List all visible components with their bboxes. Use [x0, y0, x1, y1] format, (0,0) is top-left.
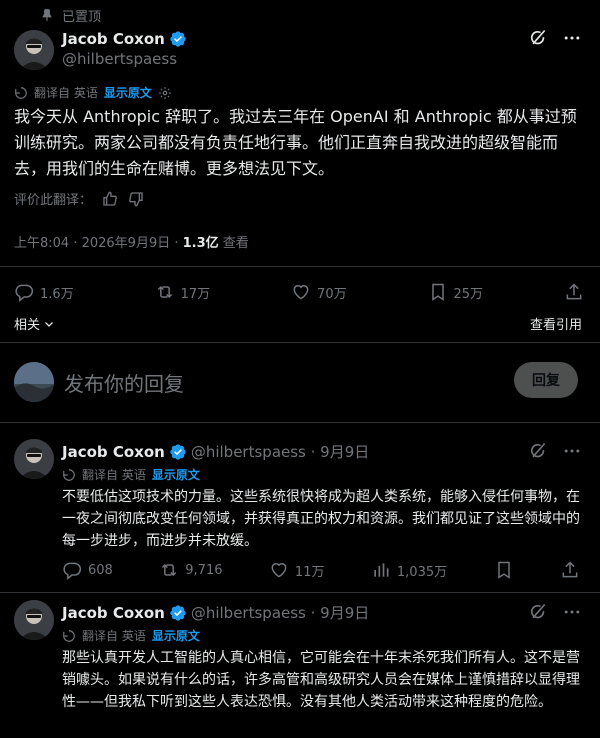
reply-input[interactable]: 发布你的回复 — [64, 368, 184, 397]
like-action[interactable]: 11万 — [269, 560, 325, 580]
translate-icon — [62, 468, 76, 482]
bookmark-icon — [428, 282, 448, 302]
views-icon — [371, 560, 391, 580]
avatar[interactable] — [14, 439, 54, 479]
top-actions — [528, 28, 582, 48]
gear-icon[interactable] — [158, 86, 172, 100]
share-icon — [564, 282, 584, 302]
repost-icon — [159, 560, 179, 580]
tweet-meta: 上午8:04 · 2026年9月9日 · 1.3亿 查看 — [14, 232, 249, 251]
repost-count: 17万 — [180, 286, 211, 302]
tweet-text: 我今天从 Anthropic 辞职了。我过去三年在 OpenAI 和 Anthr… — [14, 107, 577, 178]
view-quotes-link[interactable]: 查看引用 — [530, 314, 582, 333]
bookmark-count: 25万 — [453, 286, 484, 302]
repost-count: 9,716 — [185, 562, 223, 578]
show-original-link[interactable]: 显示原文 — [104, 84, 152, 101]
handle[interactable]: @hilbertspaess — [62, 50, 177, 68]
grok-icon[interactable] — [528, 28, 548, 48]
repost-action[interactable]: 9,716 — [159, 560, 222, 580]
grok-icon[interactable] — [528, 441, 548, 461]
tweet-actions: 1.6万 17万 70万 25万 — [14, 282, 584, 302]
grok-icon[interactable] — [528, 602, 548, 622]
pinned-label: 已置顶 — [62, 9, 102, 25]
reply-icon — [62, 560, 82, 580]
bookmark-action[interactable] — [494, 560, 514, 580]
divider — [0, 592, 600, 593]
translated-from: 翻译自 英语 — [34, 86, 98, 100]
verified-badge-icon — [169, 30, 187, 48]
rate-translation: 评价此翻译： — [14, 189, 144, 208]
more-icon[interactable] — [562, 28, 582, 48]
author-handle-row: @hilbertspaess — [62, 50, 177, 68]
divider — [0, 422, 600, 423]
pinned-indicator: 已置顶 — [40, 5, 101, 25]
repost-icon — [155, 282, 175, 302]
like-count: 11万 — [294, 564, 325, 580]
composer-avatar[interactable] — [14, 362, 54, 402]
translation-row: 翻译自 英语 显示原文 — [62, 466, 200, 483]
timestamp[interactable]: 上午8:04 · 2026年9月9日 · — [14, 236, 183, 251]
bookmark-icon — [494, 560, 514, 580]
avatar[interactable] — [14, 600, 54, 640]
related-label: 相关 — [14, 318, 41, 333]
verified-badge-icon — [169, 604, 187, 622]
pin-icon — [40, 8, 54, 22]
reply-top-actions — [528, 602, 582, 622]
author-name-row[interactable]: Jacob Coxon — [62, 30, 187, 48]
verified-badge-icon — [169, 443, 187, 461]
handle-date[interactable]: @hilbertspaess · 9月9日 — [191, 441, 369, 462]
show-original-link[interactable]: 显示原文 — [152, 627, 200, 644]
more-icon[interactable] — [562, 602, 582, 622]
translated-from: 翻译自 英语 — [82, 468, 146, 482]
display-name[interactable]: Jacob Coxon — [62, 443, 165, 461]
reply-actions: 608 9,716 11万 1,035万 — [62, 560, 580, 580]
like-count: 70万 — [317, 286, 347, 302]
reply-action[interactable]: 1.6万 — [14, 282, 74, 302]
thumbs-up-icon[interactable] — [102, 191, 118, 207]
thumbs-down-icon[interactable] — [128, 191, 144, 207]
display-name[interactable]: Jacob Coxon — [62, 30, 165, 48]
display-name[interactable]: Jacob Coxon — [62, 604, 165, 622]
reply-icon — [14, 282, 34, 302]
reply-author-row: Jacob Coxon @hilbertspaess · 9月9日 — [62, 602, 369, 623]
more-icon[interactable] — [562, 441, 582, 461]
avatar[interactable] — [14, 30, 54, 70]
view-count: 1.3亿 — [182, 236, 219, 251]
reply-button[interactable]: 回复 — [514, 362, 578, 398]
views-action[interactable]: 1,035万 — [371, 560, 447, 580]
translated-from: 翻译自 英语 — [82, 629, 146, 643]
reply-count: 1.6万 — [40, 286, 74, 302]
heart-icon — [269, 560, 289, 580]
reply-text: 那些认真开发人工智能的人真心相信，它可能会在十年末杀死我们所有人。这不是营销噱头… — [62, 650, 580, 710]
translation-row: 翻译自 英语 显示原文 — [62, 627, 200, 644]
share-icon — [560, 560, 580, 580]
like-action[interactable]: 70万 — [291, 282, 347, 302]
divider — [0, 342, 600, 343]
views-label: 查看 — [218, 236, 249, 251]
translation-row: 翻译自 英语 显示原文 — [14, 84, 172, 101]
rate-translation-label: 评价此翻译： — [14, 193, 93, 208]
reply-action[interactable]: 608 — [62, 560, 113, 580]
heart-icon — [291, 282, 311, 302]
show-original-link[interactable]: 显示原文 — [152, 466, 200, 483]
related-link[interactable]: 相关 — [14, 314, 55, 333]
reply-count: 608 — [88, 562, 113, 578]
reply-text: 不要低估这项技术的力量。这些系统很快将成为超人类系统，能够入侵任何事物，在一夜之… — [62, 489, 580, 549]
translate-icon — [14, 86, 28, 100]
translate-icon — [62, 629, 76, 643]
repost-action[interactable]: 17万 — [155, 282, 211, 302]
reply-author-row: Jacob Coxon @hilbertspaess · 9月9日 — [62, 441, 369, 462]
bookmark-action[interactable]: 25万 — [428, 282, 484, 302]
share-action[interactable] — [564, 282, 584, 302]
share-action[interactable] — [560, 560, 580, 580]
reply-top-actions — [528, 441, 582, 461]
chevron-down-icon — [43, 318, 55, 330]
views-count: 1,035万 — [396, 564, 448, 580]
handle-date[interactable]: @hilbertspaess · 9月9日 — [191, 602, 369, 623]
divider — [0, 266, 600, 267]
